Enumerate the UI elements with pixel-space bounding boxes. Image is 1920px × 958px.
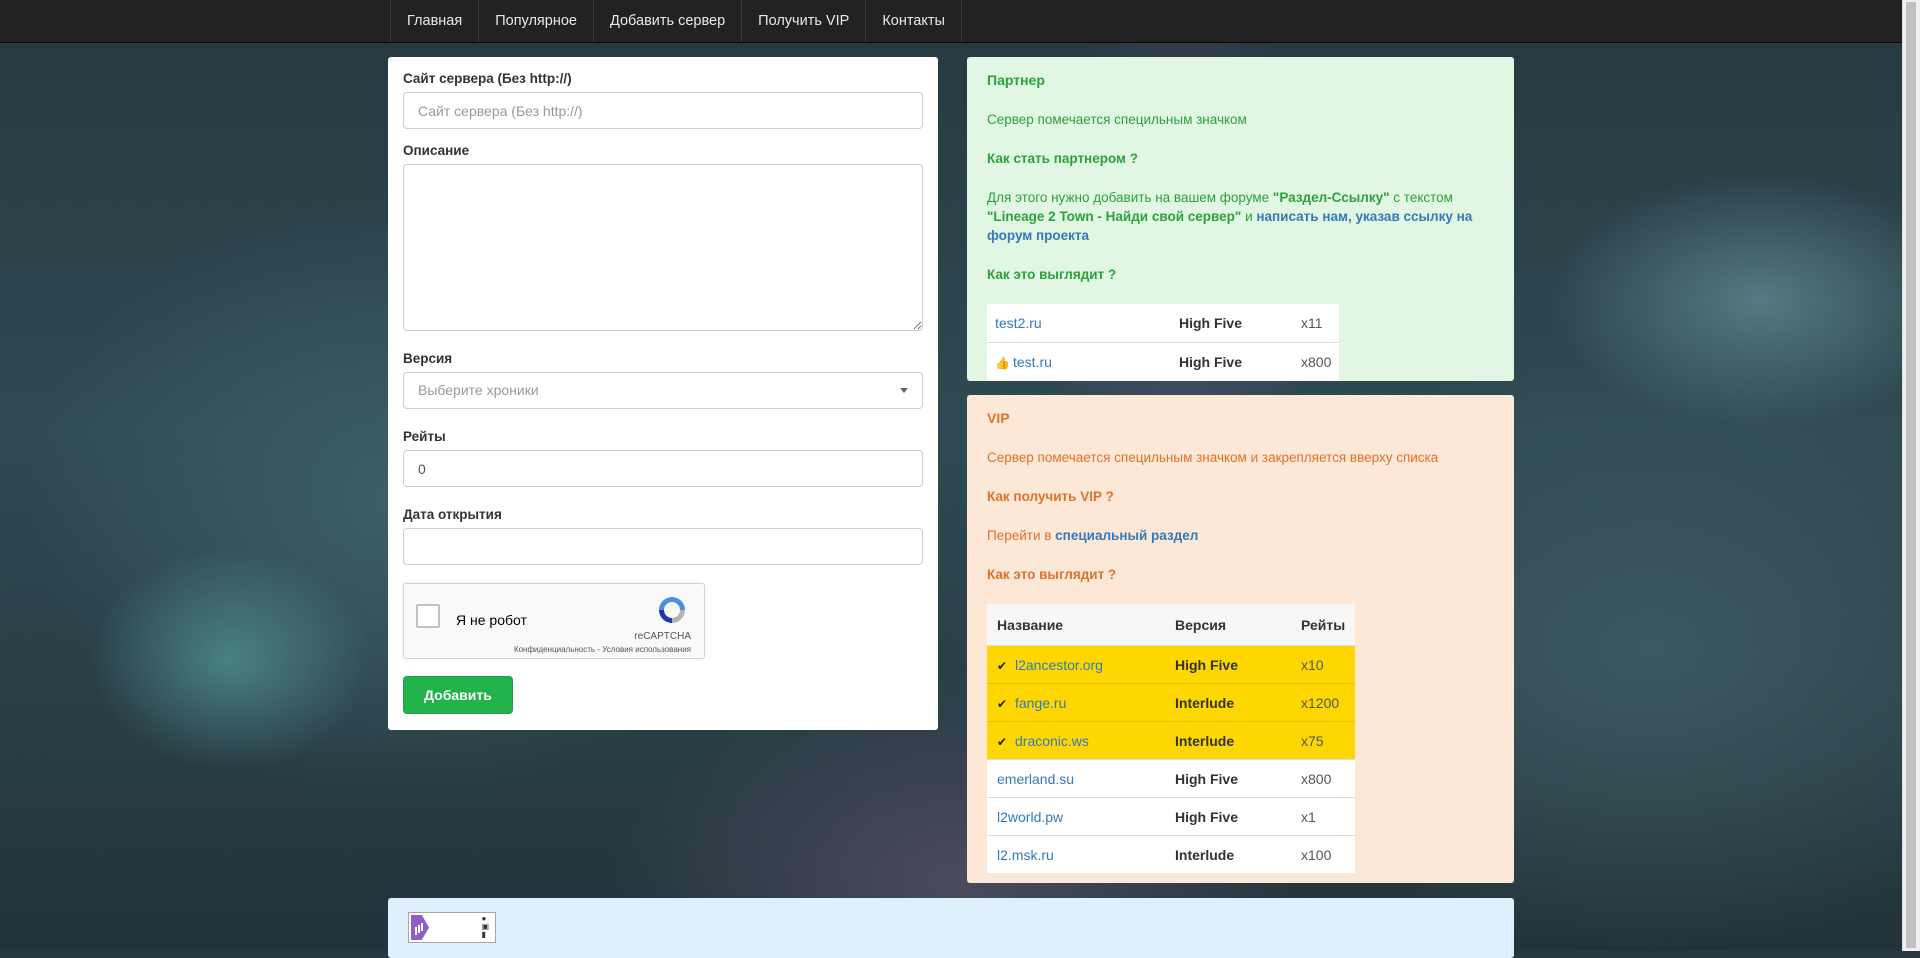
server-link[interactable]: l2.msk.ru <box>997 847 1054 863</box>
footer-panel: ● ▣ ▮ <box>388 898 1514 958</box>
add-server-form: Сайт сервера (Без http://) Описание Верс… <box>388 57 938 730</box>
version-placeholder: Выберите хроники <box>418 382 539 398</box>
recaptcha-terms[interactable]: Конфиденциальность - Условия использован… <box>514 645 691 654</box>
server-link[interactable]: l2world.pw <box>997 809 1063 825</box>
vip-look-title: Как это выглядит ? <box>987 567 1117 582</box>
table-row: emerland.su High Five x800 <box>987 759 1356 798</box>
stats-counter-badge[interactable]: ● ▣ ▮ <box>408 912 496 943</box>
vip-desc: Сервер помечается специльным значком и з… <box>987 450 1439 465</box>
check-icon: ✔ <box>997 658 1008 673</box>
partner-how-text: Для этого нужно добавить на вашем форуме… <box>987 190 1473 243</box>
partner-desc: Сервер помечается специльным значком <box>987 112 1247 127</box>
nav-contacts[interactable]: Контакты <box>866 0 962 42</box>
server-link[interactable]: emerland.su <box>997 771 1074 787</box>
table-row: l2.msk.ru Interlude x100 <box>987 835 1356 873</box>
table-row: 👍 test.ru High Five x800 <box>987 342 1340 381</box>
server-version: High Five <box>1171 342 1293 381</box>
server-link[interactable]: fange.ru <box>1015 695 1066 711</box>
table-header-row: Название Версия Рейты <box>987 604 1356 646</box>
partner-example-table: test2.ru High Five x11 👍 test.ru High Fiv… <box>987 304 1340 381</box>
vip-how-title: Как получить VIP ? <box>987 489 1114 504</box>
description-label: Описание <box>403 143 470 158</box>
server-version: Interlude <box>1165 835 1291 873</box>
server-rate: x75 <box>1291 721 1356 760</box>
server-link[interactable]: test2.ru <box>995 315 1042 331</box>
server-link[interactable]: draconic.ws <box>1015 733 1089 749</box>
counter-logo-icon <box>411 915 429 940</box>
counter-mini-icons: ● ▣ ▮ <box>481 914 489 939</box>
nav-popular[interactable]: Популярное <box>479 0 594 42</box>
chevron-down-icon <box>900 388 908 393</box>
open-date-label: Дата открытия <box>403 507 502 522</box>
vip-how-text: Перейти в специальный раздел <box>987 528 1199 543</box>
recaptcha-label: Я не робот <box>456 612 527 628</box>
server-rate: x800 <box>1291 759 1356 798</box>
main-nav: Главная Популярное Добавить сервер Получ… <box>390 0 962 42</box>
page-scrollbar[interactable] <box>1902 0 1920 951</box>
server-version: Interlude <box>1165 683 1291 722</box>
table-row: ✔ l2ancestor.org High Five x10 <box>987 645 1356 684</box>
version-label: Версия <box>403 351 453 366</box>
site-label: Сайт сервера (Без http://) <box>403 71 572 86</box>
rates-input[interactable] <box>403 450 923 487</box>
server-version: High Five <box>1165 797 1291 836</box>
thumbs-up-icon: 👍 <box>995 356 1010 370</box>
scrollbar-thumb[interactable] <box>1906 2 1916 948</box>
description-textarea[interactable] <box>403 164 923 331</box>
vip-title: VIP <box>987 410 1010 426</box>
server-link[interactable]: test.ru <box>1013 354 1052 370</box>
table-row: test2.ru High Five x11 <box>987 304 1339 343</box>
server-rate: x1 <box>1291 797 1356 836</box>
nav-add-server[interactable]: Добавить сервер <box>594 0 743 42</box>
server-version: High Five <box>1165 645 1291 684</box>
version-select[interactable]: Выберите хроники <box>403 372 923 409</box>
table-row: l2world.pw High Five x1 <box>987 797 1356 836</box>
partner-title: Партнер <box>987 72 1045 88</box>
recaptcha-brand: reCAPTCHA <box>634 631 691 642</box>
add-button[interactable]: Добавить <box>403 676 513 714</box>
server-rate: x800 <box>1293 342 1340 381</box>
open-date-input[interactable] <box>403 528 923 565</box>
server-version: High Five <box>1179 315 1243 331</box>
top-navbar: Главная Популярное Добавить сервер Получ… <box>0 0 1920 43</box>
server-rate: x1200 <box>1291 683 1356 722</box>
col-header-version: Версия <box>1165 604 1291 646</box>
vip-panel: VIP Сервер помечается специльным значком… <box>967 395 1514 883</box>
server-version: High Five <box>1165 759 1291 798</box>
server-rate: x11 <box>1301 315 1323 331</box>
recaptcha-checkbox[interactable] <box>416 604 440 628</box>
partner-look-title: Как это выглядит ? <box>987 267 1117 282</box>
vip-example-table: Название Версия Рейты ✔ l2ancestor.org Hi… <box>987 604 1356 873</box>
col-header-rate: Рейты <box>1291 604 1356 646</box>
table-row: ✔ draconic.ws Interlude x75 <box>987 721 1356 760</box>
recaptcha-logo-icon <box>659 597 685 623</box>
nav-home[interactable]: Главная <box>390 0 480 42</box>
server-link[interactable]: l2ancestor.org <box>1015 657 1103 673</box>
col-header-name: Название <box>987 604 1165 646</box>
server-rate: x10 <box>1291 645 1356 684</box>
check-icon: ✔ <box>997 734 1008 749</box>
vip-section-link[interactable]: специальный раздел <box>1055 528 1198 543</box>
check-icon: ✔ <box>997 696 1008 711</box>
server-rate: x100 <box>1291 835 1356 873</box>
partner-panel: Партнер Сервер помечается специльным зна… <box>967 57 1514 381</box>
nav-get-vip[interactable]: Получить VIP <box>742 0 867 42</box>
rates-label: Рейты <box>403 429 446 444</box>
table-row: ✔ fange.ru Interlude x1200 <box>987 683 1356 722</box>
site-input[interactable] <box>403 92 923 129</box>
server-version: Interlude <box>1165 721 1291 760</box>
partner-how-title: Как стать партнером ? <box>987 151 1139 166</box>
recaptcha-widget: Я не робот reCAPTCHA Конфиденциальность … <box>403 583 705 659</box>
